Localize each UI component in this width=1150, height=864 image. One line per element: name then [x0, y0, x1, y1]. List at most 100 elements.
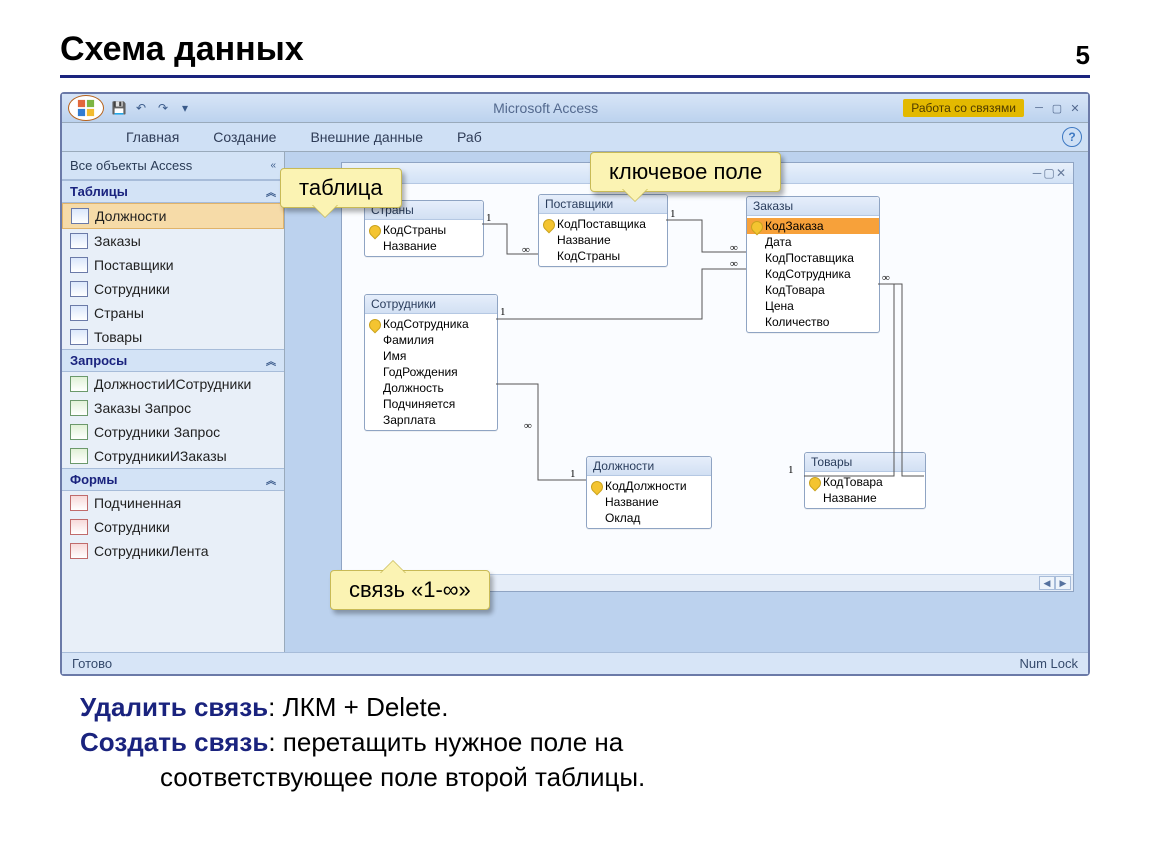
- window-title: Microsoft Access: [194, 100, 897, 116]
- nav-item-form[interactable]: Сотрудники: [62, 515, 284, 539]
- nav-section-tables[interactable]: Таблицы ︽: [62, 180, 284, 203]
- form-icon: [70, 495, 88, 511]
- nav-section-forms[interactable]: Формы ︽: [62, 468, 284, 491]
- nav-item-table[interactable]: Поставщики: [62, 253, 284, 277]
- nav-item-label: Страны: [94, 305, 144, 321]
- query-icon: [70, 376, 88, 392]
- callout-tablica: таблица: [280, 168, 402, 208]
- nav-item-label: Поставщики: [94, 257, 174, 273]
- nav-section-label: Формы: [70, 472, 118, 487]
- cardinality-one: 1: [500, 306, 506, 318]
- status-left: Готово: [72, 656, 112, 671]
- query-icon: [70, 424, 88, 440]
- chevron-up-icon: ︽: [266, 472, 276, 487]
- minimize-button[interactable]: ─: [1032, 102, 1046, 115]
- nav-item-label: Заказы: [94, 233, 141, 249]
- nav-item-table[interactable]: Должности: [62, 203, 284, 229]
- nav-item-label: Сотрудники Запрос: [94, 424, 220, 440]
- nav-item-form[interactable]: СотрудникиЛента: [62, 539, 284, 563]
- chevron-up-icon: ︽: [266, 184, 276, 199]
- window-titlebar: 💾 ↶ ↷ ▾ Microsoft Access Работа со связя…: [62, 94, 1088, 123]
- nav-section-label: Запросы: [70, 353, 127, 368]
- note-text: соответствующее поле второй таблицы.: [160, 762, 645, 792]
- cardinality-one: 1: [486, 212, 492, 224]
- access-window: 💾 ↶ ↷ ▾ Microsoft Access Работа со связя…: [60, 92, 1090, 676]
- table-icon: [70, 233, 88, 249]
- office-button[interactable]: [68, 95, 104, 121]
- mdi-maximize-button[interactable]: ▢: [1043, 166, 1055, 180]
- relationship-canvas[interactable]: Страны КодСтраны Название Поставщики Код…: [342, 184, 1073, 574]
- nav-section-queries[interactable]: Запросы ︽: [62, 349, 284, 372]
- mdi-minimize-button[interactable]: ─: [1031, 166, 1043, 180]
- nav-item-label: Сотрудники: [94, 519, 170, 535]
- ribbon-tab-external[interactable]: Внешние данные: [306, 127, 427, 147]
- relationship-lines: [342, 184, 1073, 574]
- nav-item-query[interactable]: СотрудникиИЗаказы: [62, 444, 284, 468]
- nav-item-label: СотрудникиЛента: [94, 543, 209, 559]
- nav-item-query[interactable]: Заказы Запрос: [62, 396, 284, 420]
- nav-item-table[interactable]: Страны: [62, 301, 284, 325]
- nav-item-table[interactable]: Сотрудники: [62, 277, 284, 301]
- save-icon[interactable]: 💾: [110, 99, 128, 117]
- nav-item-label: ДолжностиИСотрудники: [94, 376, 251, 392]
- table-icon: [70, 281, 88, 297]
- query-icon: [70, 448, 88, 464]
- note-keyword: Удалить связь: [80, 692, 268, 722]
- nav-pane-header[interactable]: Все объекты Access «: [62, 152, 284, 180]
- nav-item-table[interactable]: Товары: [62, 325, 284, 349]
- nav-section-label: Таблицы: [70, 184, 128, 199]
- table-icon: [70, 329, 88, 345]
- nav-item-label: Должности: [95, 208, 166, 224]
- nav-item-query[interactable]: ДолжностиИСотрудники: [62, 372, 284, 396]
- window-controls: ─ ▢ ✕: [1032, 102, 1082, 115]
- ribbon-context-tab[interactable]: Работа со связями: [903, 99, 1024, 117]
- chevron-up-icon: ︽: [266, 353, 276, 368]
- nav-item-label: Заказы Запрос: [94, 400, 191, 416]
- undo-icon[interactable]: ↶: [132, 99, 150, 117]
- nav-item-query[interactable]: Сотрудники Запрос: [62, 420, 284, 444]
- quick-access-toolbar: 💾 ↶ ↷ ▾: [110, 99, 194, 117]
- table-icon: [70, 305, 88, 321]
- nav-item-label: Товары: [94, 329, 142, 345]
- cardinality-many: ∞: [730, 258, 738, 270]
- redo-icon[interactable]: ↷: [154, 99, 172, 117]
- form-icon: [70, 519, 88, 535]
- cardinality-one: 1: [570, 468, 576, 480]
- nav-item-label: Сотрудники: [94, 281, 170, 297]
- table-icon: [70, 257, 88, 273]
- title-rule: [60, 75, 1090, 78]
- relationships-window: данных ─▢✕ Страны КодСтраны Название: [341, 162, 1074, 592]
- nav-item-table[interactable]: Заказы: [62, 229, 284, 253]
- cardinality-many: ∞: [524, 420, 532, 432]
- nav-item-label: Подчиненная: [94, 495, 181, 511]
- mdi-close-button[interactable]: ✕: [1055, 166, 1067, 180]
- ribbon-tab-home[interactable]: Главная: [122, 127, 183, 147]
- note-text: : ЛКМ + Delete.: [268, 692, 448, 722]
- ribbon-tab-dbtools[interactable]: Раб: [453, 127, 486, 147]
- note-keyword: Создать связь: [80, 727, 268, 757]
- collapse-icon[interactable]: «: [270, 160, 276, 171]
- qat-dropdown-icon[interactable]: ▾: [176, 99, 194, 117]
- help-icon[interactable]: ?: [1062, 127, 1082, 147]
- status-numlock: Num Lock: [1019, 656, 1078, 671]
- maximize-button[interactable]: ▢: [1050, 102, 1064, 115]
- form-icon: [70, 543, 88, 559]
- office-icon: [77, 99, 95, 117]
- page-number: 5: [1076, 40, 1090, 71]
- note-text: : перетащить нужное поле на: [268, 727, 623, 757]
- nav-item-label: СотрудникиИЗаказы: [94, 448, 227, 464]
- scroll-right-icon[interactable]: ▶: [1055, 576, 1071, 590]
- cardinality-many: ∞: [882, 272, 890, 284]
- status-bar: Готово Num Lock: [62, 652, 1088, 674]
- notes-block: Удалить связь: ЛКМ + Delete. Создать свя…: [60, 690, 1090, 795]
- slide-title: Схема данных: [60, 30, 1090, 69]
- cardinality-many: ∞: [522, 244, 530, 256]
- navigation-pane: Все объекты Access « Таблицы︽ Должности …: [62, 152, 285, 652]
- ribbon-tab-create[interactable]: Создание: [209, 127, 280, 147]
- cardinality-one: 1: [788, 464, 794, 476]
- nav-item-form[interactable]: Подчиненная: [62, 491, 284, 515]
- callout-klyuch: ключевое поле: [590, 152, 781, 192]
- scroll-left-icon[interactable]: ◀: [1039, 576, 1055, 590]
- close-button[interactable]: ✕: [1068, 102, 1082, 115]
- nav-pane-title: Все объекты Access: [70, 158, 192, 173]
